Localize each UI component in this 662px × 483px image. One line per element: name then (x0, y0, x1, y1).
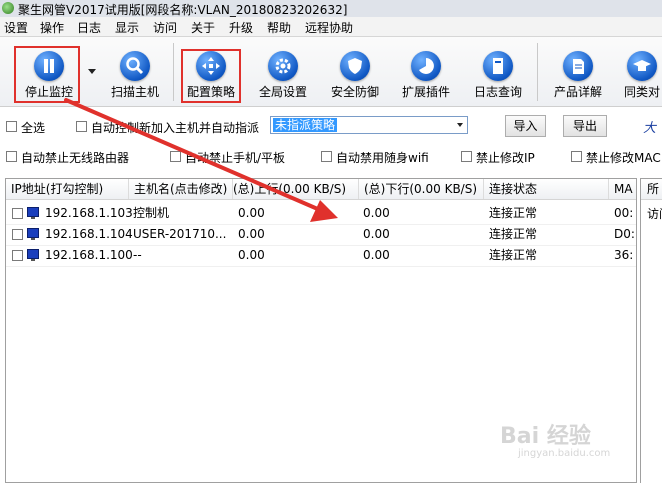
annotation-arrow (64, 98, 338, 222)
watermark-url: jingyan.baidu.com (518, 448, 611, 459)
watermark-brand: Bai 经验 (500, 424, 591, 449)
watermark: Bai 经验 jingyan.baidu.com (500, 418, 650, 468)
